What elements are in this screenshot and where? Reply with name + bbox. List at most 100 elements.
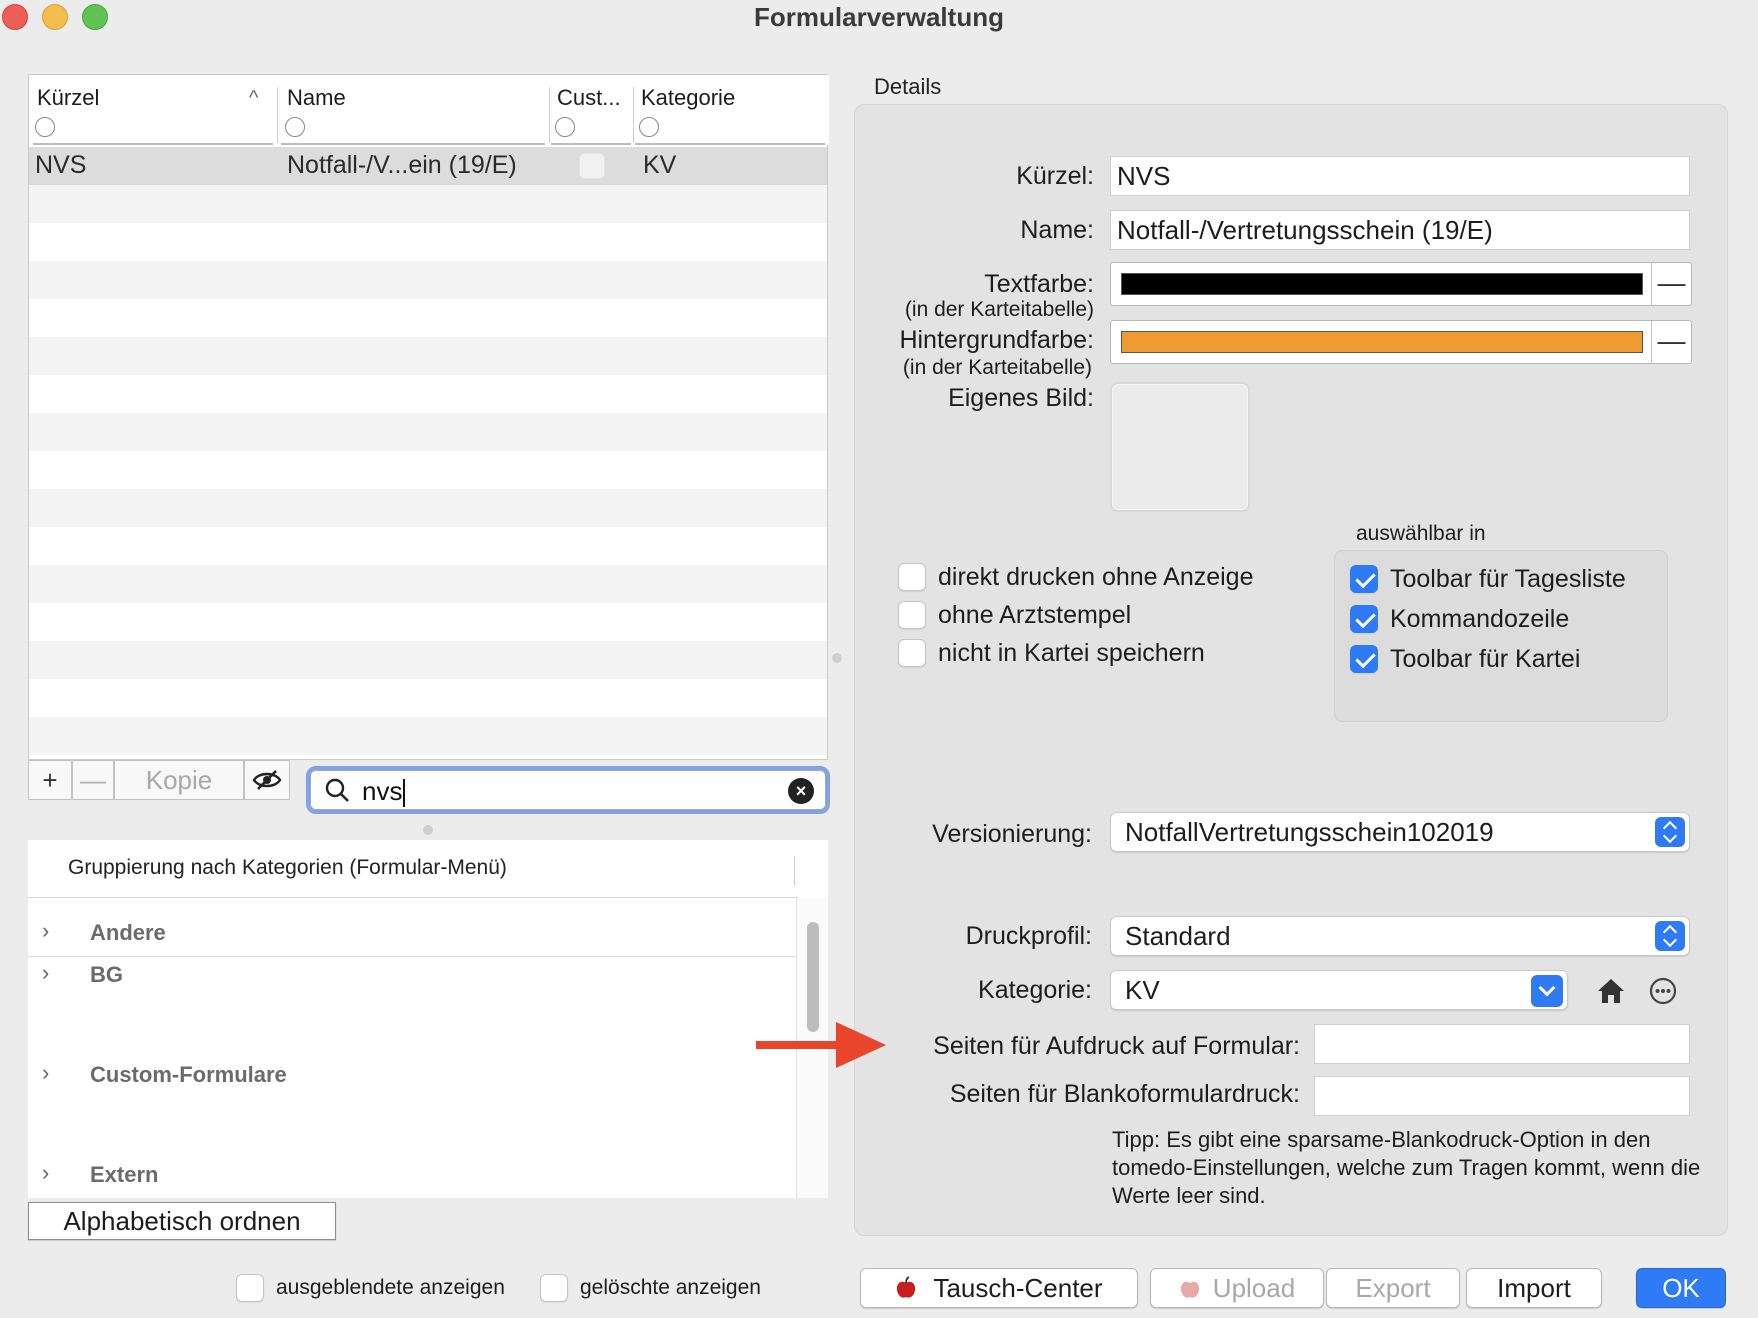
upload-button[interactable]: Upload: [1150, 1268, 1324, 1308]
outline-item-custom-formulare[interactable]: › Custom-Formulare: [28, 1060, 798, 1100]
kategorie-value[interactable]: KV: [1125, 975, 1160, 1005]
scrollbar-thumb[interactable]: [807, 922, 819, 1032]
auswaehlbar-checkbox-kommandozeile[interactable]: [1350, 605, 1378, 633]
table-row[interactable]: NVS Notfall-/V...ein (19/E) KV: [29, 147, 827, 185]
kategorie-combobox[interactable]: KV: [1110, 970, 1568, 1010]
hintergrund-colorwell[interactable]: —: [1110, 320, 1692, 364]
filter-underline: [33, 143, 273, 145]
filter-underline: [635, 143, 825, 145]
column-separator: [633, 87, 634, 143]
cell-name: Notfall-/V...ein (19/E): [287, 151, 517, 179]
aufdruck-label: Seiten für Aufdruck auf Formular:: [933, 1032, 1300, 1060]
empty-row: [29, 261, 827, 299]
add-form-button[interactable]: +: [28, 760, 72, 800]
category-outline[interactable]: Gruppierung nach Kategorien (Formular-Me…: [28, 840, 828, 1198]
auswaehlbar-checkbox-kartei[interactable]: [1350, 645, 1378, 673]
outline-item-label: Custom-Formulare: [90, 1062, 287, 1087]
textfarbe-sublabel: (in der Karteitabelle): [904, 298, 1094, 321]
outline-item-extern[interactable]: › Extern: [28, 1160, 798, 1196]
auswaehlbar-label: auswählbar in: [1356, 522, 1486, 545]
auswaehlbar-label-item: Kommandozeile: [1390, 605, 1570, 633]
table-header: Kürzel ^ Name Cust... Kategorie: [29, 75, 829, 145]
name-label: Name:: [1020, 216, 1094, 244]
outline-item-label: Extern: [90, 1162, 159, 1187]
column-header-name[interactable]: Name: [287, 85, 346, 111]
search-input[interactable]: nvs: [362, 776, 406, 808]
outline-item-label: BG: [90, 962, 123, 987]
blanko-field[interactable]: [1314, 1076, 1690, 1116]
apple-icon: [1180, 1281, 1199, 1298]
hintergrund-label: Hintergrundfarbe:: [899, 326, 1094, 354]
cell-custom-checkbox[interactable]: [579, 153, 605, 179]
outline-header-label: Gruppierung nach Kategorien (Formular-Me…: [68, 856, 507, 879]
chevron-right-icon[interactable]: ›: [42, 1160, 49, 1186]
updown-chevron-icon: [1655, 921, 1685, 951]
show-deleted-label: gelöschte anzeigen: [580, 1276, 761, 1299]
chevron-right-icon[interactable]: ›: [42, 960, 49, 986]
textfarbe-reset-button[interactable]: —: [1651, 263, 1691, 305]
export-button[interactable]: Export: [1326, 1268, 1460, 1308]
outline-item-bg[interactable]: › BG: [28, 960, 798, 1000]
chevron-down-icon[interactable]: [1531, 975, 1563, 1007]
empty-row: [29, 527, 827, 565]
outline-item-label: Andere: [90, 920, 166, 945]
empty-row: [29, 717, 827, 755]
hintergrund-sublabel: (in der Karteitabelle): [902, 356, 1092, 379]
druckprofil-popup[interactable]: Standard: [1110, 916, 1690, 956]
option-checkbox-nicht-speichern[interactable]: [898, 639, 926, 667]
ellipsis-circle-icon[interactable]: [1648, 976, 1678, 1006]
tausch-center-button[interactable]: Tausch-Center: [860, 1268, 1138, 1308]
image-well[interactable]: [1110, 382, 1250, 512]
auswaehlbar-checkbox-tagesliste[interactable]: [1350, 565, 1378, 593]
column-header-custom[interactable]: Cust...: [557, 85, 621, 111]
filter-radio-kategorie[interactable]: [639, 117, 659, 137]
split-view-handle[interactable]: [832, 653, 842, 663]
column-header-kuerzel[interactable]: Kürzel: [37, 85, 99, 111]
kuerzel-label: Kürzel:: [1016, 162, 1094, 190]
outline-header: Gruppierung nach Kategorien (Formular-Me…: [28, 840, 798, 898]
auswaehlbar-label-item: Toolbar für Kartei: [1390, 645, 1581, 673]
aufdruck-field[interactable]: [1314, 1024, 1690, 1064]
option-checkbox-ohne-arztstempel[interactable]: [898, 601, 926, 629]
empty-row: [29, 337, 827, 375]
option-checkbox-direkt-drucken[interactable]: [898, 563, 926, 591]
versionierung-label: Versionierung:: [932, 820, 1092, 848]
sort-ascending-icon: ^: [249, 87, 259, 109]
xmark-circle-icon[interactable]: ×: [788, 778, 814, 804]
import-button[interactable]: Import: [1466, 1268, 1602, 1308]
textfarbe-colorwell[interactable]: —: [1110, 262, 1692, 306]
filter-radio-custom[interactable]: [555, 117, 575, 137]
search-field[interactable]: nvs ×: [306, 766, 830, 814]
column-header-kategorie[interactable]: Kategorie: [641, 85, 735, 111]
show-hidden-checkbox[interactable]: [236, 1274, 264, 1302]
filter-underline: [281, 143, 545, 145]
copy-form-button[interactable]: Kopie: [114, 760, 244, 800]
hintergrund-reset-button[interactable]: —: [1651, 321, 1691, 363]
textfarbe-label: Textfarbe:: [984, 270, 1094, 298]
outline-divider: [28, 956, 798, 957]
textfarbe-swatch[interactable]: [1121, 273, 1643, 295]
column-separator: [549, 87, 550, 143]
name-field[interactable]: Notfall-/Vertretungsschein (19/E): [1110, 210, 1690, 250]
chevron-right-icon[interactable]: ›: [42, 918, 49, 944]
hintergrund-swatch[interactable]: [1121, 331, 1643, 353]
chevron-right-icon[interactable]: ›: [42, 1060, 49, 1086]
empty-row: [29, 641, 827, 679]
empty-row: [29, 565, 827, 603]
split-view-handle[interactable]: [423, 825, 433, 835]
remove-form-button[interactable]: —: [72, 760, 114, 800]
show-deleted-checkbox[interactable]: [540, 1274, 568, 1302]
ok-button[interactable]: OK: [1636, 1268, 1726, 1308]
filter-underline: [551, 143, 631, 145]
forms-table[interactable]: Kürzel ^ Name Cust... Kategorie NVS Notf…: [28, 74, 829, 760]
house-icon[interactable]: [1596, 976, 1626, 1006]
kuerzel-field[interactable]: NVS: [1110, 156, 1690, 196]
toggle-visibility-button[interactable]: [244, 760, 290, 800]
filter-radio-kuerzel[interactable]: [35, 117, 55, 137]
druckprofil-label: Druckprofil:: [965, 922, 1092, 950]
details-title: Details: [874, 74, 942, 99]
outline-item-andere[interactable]: › Andere: [28, 916, 798, 956]
alphabetical-sort-button[interactable]: Alphabetisch ordnen: [28, 1202, 336, 1240]
filter-radio-name[interactable]: [285, 117, 305, 137]
versionierung-popup[interactable]: NotfallVertretungsschein102019: [1110, 812, 1690, 852]
